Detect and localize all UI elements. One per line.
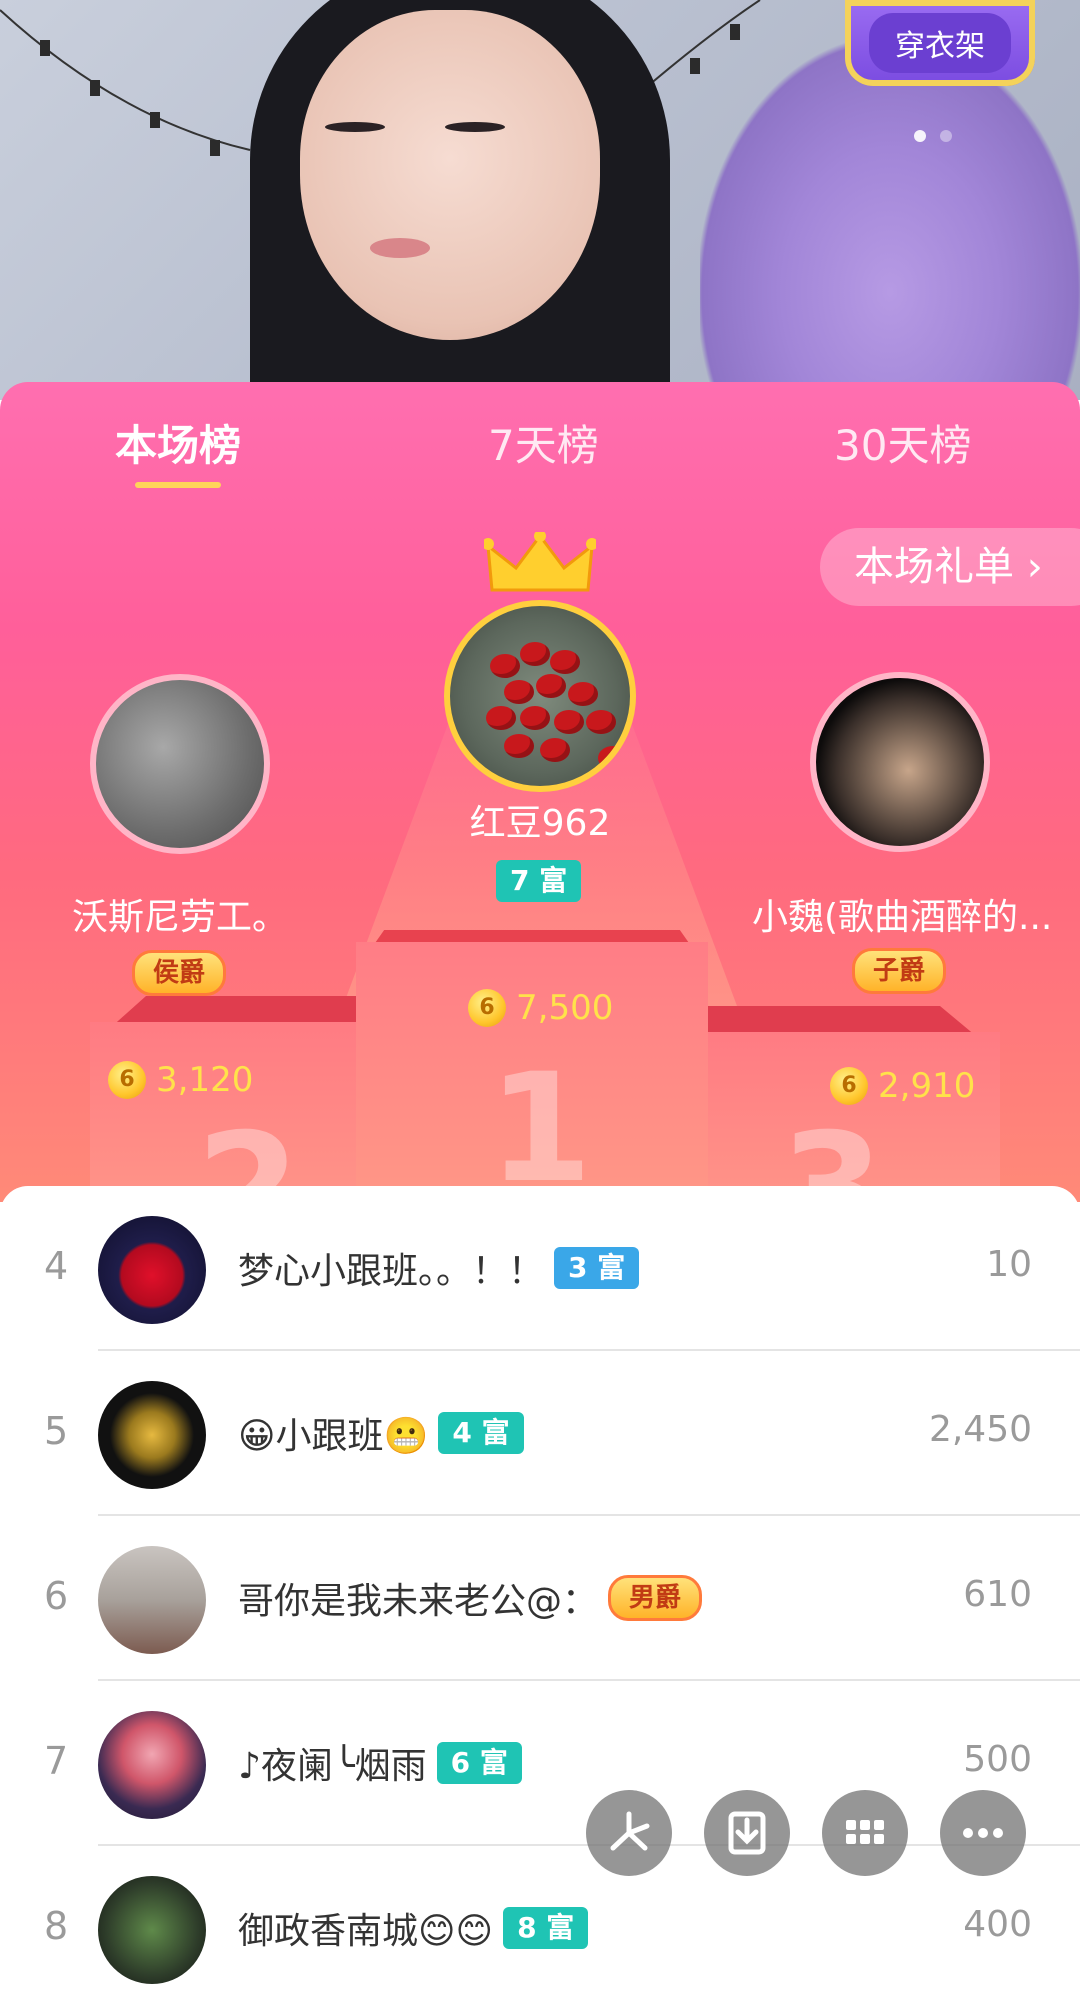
second-place-score: 6 3,120	[108, 1060, 253, 1100]
contribution-score: 400	[963, 1904, 1032, 1945]
user-name: 梦心小跟班。。！！	[238, 1251, 545, 1292]
list-item[interactable]: 8 御政香南城😊😊 8 富 400	[0, 1846, 1080, 2011]
second-place-noble-badge: 侯爵	[132, 950, 227, 996]
coin-icon: 6	[108, 1061, 146, 1099]
list-item[interactable]: 7 ♪夜阑╰烟雨 6 富 500	[0, 1681, 1080, 1846]
download-icon[interactable]	[704, 1790, 790, 1876]
hanger-button[interactable]: 穿衣架	[845, 0, 1035, 86]
user-name: 御政香南城😊😊	[238, 1911, 494, 1952]
download-glyph	[728, 1811, 766, 1855]
avatar[interactable]	[98, 1216, 206, 1324]
purple-dress-background	[700, 40, 1080, 400]
rank-number: 4	[44, 1244, 69, 1288]
rank-number: 7	[44, 1739, 69, 1783]
second-place-name: 沃斯尼劳工。	[71, 897, 288, 938]
tab-30-days[interactable]: 30天榜	[834, 412, 971, 473]
grid-apps-glyph	[846, 1820, 884, 1844]
avatar[interactable]	[98, 1546, 206, 1654]
list-item-name-row: ♪夜阑╰烟雨 6 富	[238, 1737, 522, 1789]
share-pinwheel-icon[interactable]	[586, 1790, 672, 1876]
level-badge: 3 富	[554, 1247, 640, 1289]
avatar-first-place[interactable]	[444, 600, 636, 792]
tab-7-days[interactable]: 7天榜	[488, 412, 599, 473]
avatar-second-place[interactable]	[90, 674, 270, 854]
carousel-dot	[940, 130, 952, 142]
list-item-name-row: 😀小跟班😬 4 富	[238, 1407, 524, 1459]
third-place-score: 6 2,910	[830, 1066, 975, 1106]
user-name: 哥你是我未来老公@：	[238, 1581, 599, 1622]
first-place-level-badge: 7 富	[496, 860, 582, 902]
level-badge: 8 富	[503, 1907, 589, 1949]
avatar[interactable]	[98, 1381, 206, 1489]
third-place-name: 小魏(歌曲酒醉的...	[752, 897, 1053, 938]
contribution-score: 610	[963, 1574, 1032, 1615]
list-item[interactable]: 4 梦心小跟班。。！！ 3 富 10	[0, 1186, 1080, 1351]
more-dots-icon[interactable]	[940, 1790, 1026, 1876]
level-badge: 4 富	[438, 1412, 524, 1454]
carousel-dot-active	[914, 130, 926, 142]
level-badge: 6 富	[436, 1742, 522, 1784]
crown-icon	[484, 532, 596, 592]
contribution-score: 2,450	[928, 1409, 1032, 1450]
first-place-score: 6 7,500	[468, 988, 613, 1028]
contribution-score: 10	[986, 1244, 1032, 1285]
streamer-eye-right	[445, 122, 505, 132]
share-pinwheel-glyph	[610, 1811, 650, 1851]
tab-active-underline	[135, 482, 221, 488]
second-place-score-value: 3,120	[156, 1060, 254, 1100]
noble-badge: 男爵	[608, 1575, 703, 1621]
rank-number: 6	[44, 1574, 69, 1618]
rank-number: 5	[44, 1409, 69, 1453]
ranking-tabs: 本场榜 7天榜 30天榜	[0, 382, 1080, 492]
avatar-third-place[interactable]	[810, 672, 990, 852]
streamer-eye-left	[325, 122, 385, 132]
list-item[interactable]: 6 哥你是我未来老公@： 男爵 610	[0, 1516, 1080, 1681]
carousel-dots	[914, 130, 952, 142]
streamer-face	[300, 10, 600, 340]
third-place-noble-badge: 子爵	[852, 948, 947, 994]
coin-icon: 6	[830, 1067, 868, 1105]
list-item-name-row: 哥你是我未来老公@： 男爵	[238, 1572, 703, 1624]
rank-number: 8	[44, 1904, 69, 1948]
first-place-name: 红豆962	[469, 803, 611, 844]
podium-number-1: 1	[488, 1042, 593, 1202]
streamer-lips	[370, 238, 430, 258]
first-place-score-value: 7,500	[516, 988, 614, 1028]
coin-icon: 6	[468, 989, 506, 1027]
avatar[interactable]	[98, 1876, 206, 1984]
user-name: ♪夜阑╰烟雨	[238, 1746, 427, 1787]
contribution-score: 500	[963, 1739, 1032, 1780]
ranking-list[interactable]: 4 梦心小跟班。。！！ 3 富 10 5 😀小跟班😬 4 富 2,450 6 哥…	[0, 1186, 1080, 1984]
live-video-area[interactable]: 穿衣架	[0, 0, 1080, 400]
user-name: 😀小跟班😬	[238, 1416, 429, 1457]
gift-list-button[interactable]: 本场礼单 ›	[820, 528, 1080, 606]
list-item[interactable]: 5 😀小跟班😬 4 富 2,450	[0, 1351, 1080, 1516]
hanger-label: 穿衣架	[869, 13, 1011, 73]
list-item-name-row: 御政香南城😊😊 8 富	[238, 1902, 589, 1954]
avatar[interactable]	[98, 1711, 206, 1819]
grid-apps-icon[interactable]	[822, 1790, 908, 1876]
third-place-score-value: 2,910	[878, 1066, 976, 1106]
more-dots-glyph	[963, 1828, 1003, 1838]
tab-current-show[interactable]: 本场榜	[115, 412, 241, 473]
ranking-panel: 本场榜 7天榜 30天榜 本场礼单 › 1 2 3 红豆962 7 富 6 7,…	[0, 382, 1080, 1202]
list-item-name-row: 梦心小跟班。。！！ 3 富	[238, 1242, 640, 1294]
